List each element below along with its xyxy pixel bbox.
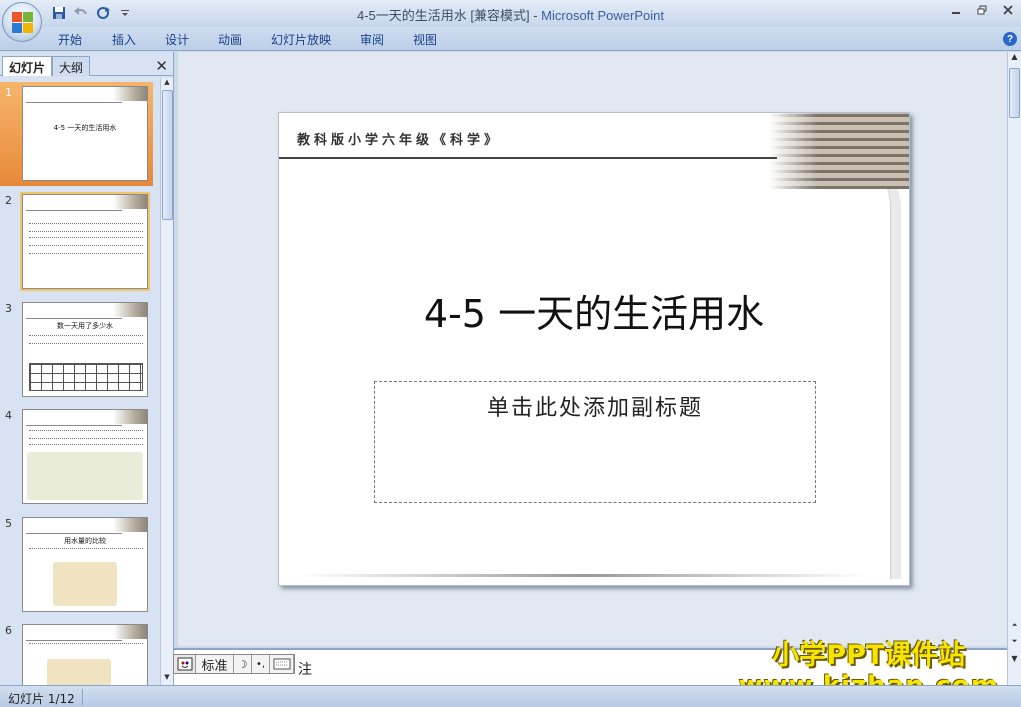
thumbnail-title: 数一天用了多少水 [57, 322, 113, 330]
slide-header: 教科版小学六年级《科学》 [297, 133, 502, 148]
slide-editor: 教科版小学六年级《科学》 4-5 一天的生活用水 单击此处添加副标题 [178, 52, 1007, 646]
ime-logo-icon[interactable] [174, 655, 196, 673]
tab-insert[interactable]: 插入 [112, 31, 136, 48]
thumbnail-illustration [27, 452, 143, 500]
thumbnail-illustration [47, 659, 111, 685]
tab-view[interactable]: 视图 [413, 31, 437, 48]
slide-thumbnail-5[interactable]: 5 用水量的比较 [0, 513, 160, 619]
status-divider [82, 689, 83, 705]
ime-toolbar: 标准 ☽ •, [173, 654, 295, 674]
slide-thumbnail-1[interactable]: 1 4-5 一天的生活用水 [0, 82, 160, 188]
tab-slideshow[interactable]: 幻灯片放映 [271, 31, 331, 48]
editor-scrollbar[interactable]: ▲ ⏶ ⏷ ▼ [1007, 52, 1021, 685]
footer-divider [299, 574, 869, 577]
ribbon-tabs: 开始 插入 设计 动画 幻灯片放映 审阅 视图 ? [0, 27, 1021, 51]
window-title: 4-5一天的生活用水 [兼容模式] - Microsoft PowerPoint [356, 8, 664, 23]
thumbnail-title: 用水量的比较 [64, 537, 106, 545]
watermark-line-1: 小学PPT课件站 [772, 640, 966, 671]
slide-thumbnail-3[interactable]: 3 数一天用了多少水 [0, 298, 160, 404]
doc-title: 4-5一天的生活用水 [兼容模式] [356, 8, 530, 23]
tab-animations[interactable]: 动画 [218, 31, 242, 48]
thumbnail-preview [22, 624, 148, 685]
scroll-thumb[interactable] [162, 90, 173, 220]
current-slide: 教科版小学六年级《科学》 4-5 一天的生活用水 单击此处添加副标题 [278, 112, 910, 586]
slides-pane: 幻灯片 大纲 ✕ 1 4-5 一天的生活用水 2 3 数一天用了多少水 4 5 … [0, 52, 174, 685]
tab-review[interactable]: 审阅 [360, 31, 384, 48]
thumbnail-preview: 用水量的比较 [22, 517, 148, 612]
ime-mode-button[interactable]: 标准 [196, 655, 234, 674]
soft-keyboard-icon[interactable] [270, 655, 294, 673]
scroll-up-icon[interactable]: ▲ [1008, 52, 1021, 65]
slide-number: 6 [5, 624, 12, 637]
scroll-thumb[interactable] [1009, 68, 1020, 118]
thumbnail-preview [22, 194, 148, 289]
next-slide-icon[interactable]: ⏷ [1009, 637, 1020, 649]
subtitle-placeholder-text: 单击此处添加副标题 [486, 396, 703, 421]
thumbnail-list: 1 4-5 一天的生活用水 2 3 数一天用了多少水 4 5 用水量的比较 6 [0, 78, 160, 685]
slide-number: 1 [5, 86, 12, 99]
thumbnail-scrollbar[interactable]: ▲ ▼ [160, 78, 173, 685]
thumbnail-illustration [53, 562, 117, 606]
status-bar: 幻灯片 1/12 [0, 685, 1021, 707]
slide-frame [279, 159, 901, 579]
previous-slide-icon[interactable]: ⏶ [1009, 621, 1020, 633]
window-controls [943, 0, 1021, 20]
tab-outline[interactable]: 大纲 [52, 56, 91, 76]
scroll-down-icon[interactable]: ▼ [161, 673, 173, 685]
scroll-up-icon[interactable]: ▲ [161, 78, 173, 90]
slide-number: 2 [5, 194, 12, 207]
title-bar: 4-5一天的生活用水 [兼容模式] - Microsoft PowerPoint [0, 0, 1021, 27]
thumbnail-title: 4-5 一天的生活用水 [53, 124, 117, 132]
slide-thumbnail-2[interactable]: 2 [0, 190, 160, 296]
slide-counter: 幻灯片 1/12 [8, 692, 75, 706]
pane-close-icon[interactable]: ✕ [155, 57, 168, 75]
slide-thumbnail-6[interactable]: 6 [0, 620, 160, 685]
thumbnail-preview [22, 409, 148, 504]
punctuation-icon[interactable]: •, [252, 655, 270, 673]
minimize-icon[interactable] [943, 0, 969, 20]
tab-home[interactable]: 开始 [58, 31, 82, 48]
office-button[interactable] [2, 2, 42, 42]
close-icon[interactable] [995, 0, 1021, 20]
slide-number: 4 [5, 409, 12, 422]
thumbnail-preview: 4-5 一天的生活用水 [22, 86, 148, 181]
tab-design[interactable]: 设计 [165, 31, 189, 48]
school-building-photo [769, 113, 909, 189]
slide-thumbnail-4[interactable]: 4 [0, 405, 160, 511]
half-width-icon[interactable]: ☽ [234, 655, 252, 673]
office-logo-icon [12, 12, 34, 34]
app-name: Microsoft PowerPoint [541, 8, 664, 23]
slide-title[interactable]: 4-5 一天的生活用水 [279, 283, 909, 338]
header-divider [279, 157, 777, 159]
restore-icon[interactable] [969, 0, 995, 20]
tab-slides[interactable]: 幻灯片 [2, 56, 53, 76]
pane-tabs: 幻灯片 大纲 ✕ [0, 54, 174, 76]
notes-text: 注 [298, 662, 312, 678]
scroll-down-icon[interactable]: ▼ [1008, 654, 1021, 667]
subtitle-placeholder[interactable]: 单击此处添加副标题 [374, 381, 816, 503]
thumbnail-preview: 数一天用了多少水 [22, 302, 148, 397]
slide-number: 5 [5, 517, 12, 530]
help-icon[interactable]: ? [1003, 32, 1017, 46]
slide-number: 3 [5, 302, 12, 315]
